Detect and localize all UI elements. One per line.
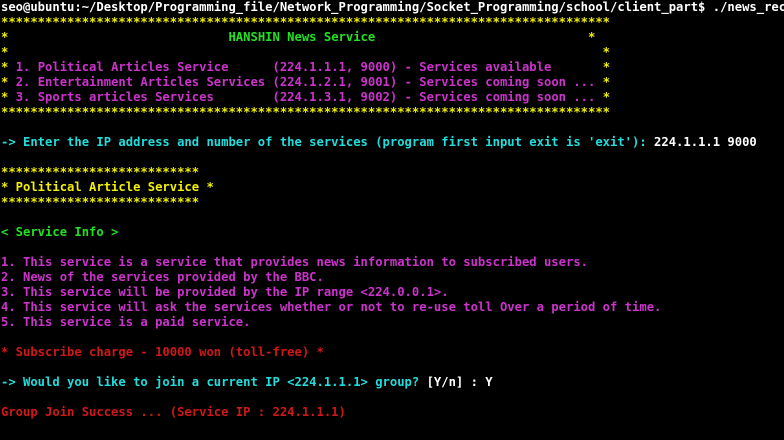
banner-service-row: * 1. Political Articles Service (224.1.1…	[1, 60, 784, 75]
banner-row-end: *	[602, 75, 611, 89]
banner-service-text: 3. Sports articles Services (224.1.3.1, …	[15, 90, 603, 104]
ip-input-value[interactable]: 224.1.1.1 9000	[654, 135, 757, 149]
article-box-top-border: ***************************	[1, 165, 200, 179]
banner-title: HANSHIN News Service	[228, 30, 376, 44]
service-info-item: 1. This service is a service that provid…	[1, 255, 588, 269]
service-info-item: 4. This service will ask the services wh…	[1, 300, 662, 314]
banner-service-row: * 3. Sports articles Services (224.1.3.1…	[1, 90, 784, 105]
banner-title-row: * HANSHIN News Service *	[1, 30, 784, 45]
banner-empty-row: * *	[1, 45, 611, 59]
service-info-item: 3. This service will be provided by the …	[1, 285, 449, 299]
service-info-item: 2. News of the services provided by the …	[1, 270, 324, 284]
banner-row-end: *	[602, 60, 611, 74]
service-info-header: < Service Info >	[1, 225, 119, 239]
banner-top-border: ****************************************…	[1, 15, 611, 29]
banner-row-star: *	[1, 60, 16, 74]
ip-input-line: -> Enter the IP address and number of th…	[1, 135, 784, 150]
banner-service-row: * 2. Entertainment Articles Services (22…	[1, 75, 784, 90]
banner-left-edge: *	[1, 30, 229, 44]
join-prompt-answer[interactable]: [Y/n] : Y	[427, 375, 493, 389]
ip-input-prompt: -> Enter the IP address and number of th…	[1, 135, 655, 149]
join-result-message: Group Join Success ... (Service IP : 224…	[1, 405, 346, 419]
banner-service-text: 1. Political Articles Service (224.1.1.1…	[15, 60, 603, 74]
join-prompt-line: -> Would you like to join a current IP <…	[1, 375, 784, 390]
subscribe-charge-notice: * Subscribe charge - 10000 won (toll-fre…	[1, 345, 324, 359]
banner-row-star: *	[1, 90, 16, 104]
banner-bottom-border: ****************************************…	[1, 105, 611, 119]
banner-row-star: *	[1, 75, 16, 89]
service-info-item: 5. This service is a paid service.	[1, 315, 251, 329]
banner-service-text: 2. Entertainment Articles Services (224.…	[15, 75, 603, 89]
article-box-bottom-border: ***************************	[1, 195, 200, 209]
join-prompt-text: -> Would you like to join a current IP <…	[1, 375, 427, 389]
banner-row-end: *	[602, 90, 611, 104]
banner-right-edge: *	[375, 30, 596, 44]
shell-prompt-line: seo@ubuntu:~/Desktop/Programming_file/Ne…	[1, 0, 784, 14]
terminal-window[interactable]: seo@ubuntu:~/Desktop/Programming_file/Ne…	[0, 0, 784, 440]
article-box-title: * Political Article Service *	[1, 180, 214, 194]
